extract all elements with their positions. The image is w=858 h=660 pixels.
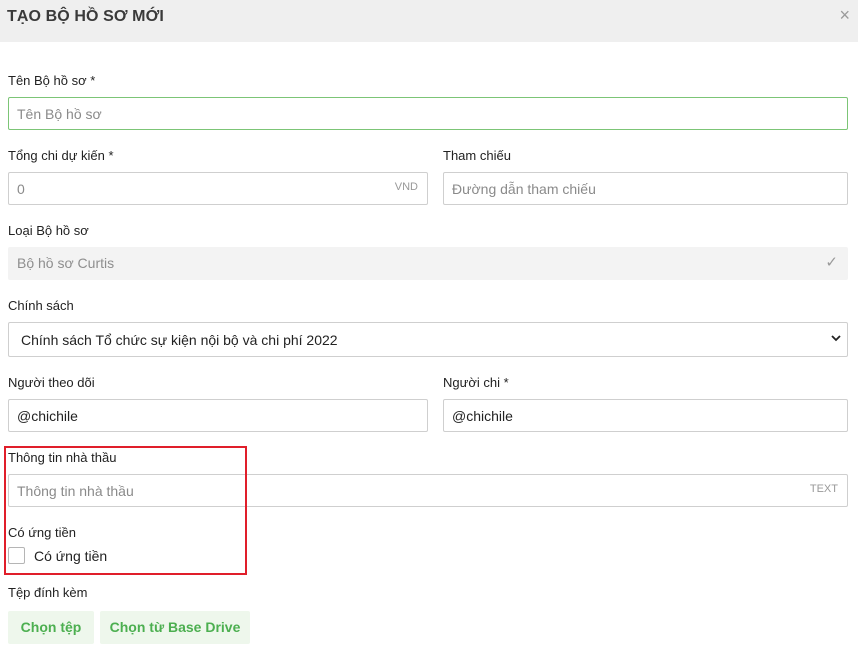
name-label: Tên Bộ hồ sơ * bbox=[8, 73, 96, 88]
spender-input[interactable] bbox=[443, 399, 848, 432]
name-input[interactable] bbox=[8, 97, 848, 130]
currency-suffix: VND bbox=[394, 181, 418, 193]
policy-value: Chính sách Tổ chức sự kiện nội bộ và chi… bbox=[21, 332, 338, 348]
followers-label: Người theo dõi bbox=[8, 375, 95, 390]
contractor-input[interactable] bbox=[8, 474, 848, 507]
advance-checkbox-label[interactable]: Có ứng tiền bbox=[34, 548, 107, 564]
budget-input[interactable] bbox=[8, 172, 428, 205]
advance-label: Có ứng tiền bbox=[8, 525, 76, 540]
type-field: Bộ hồ sơ Curtis ✓ bbox=[8, 247, 848, 280]
policy-label: Chính sách bbox=[8, 298, 74, 313]
check-icon: ✓ bbox=[825, 254, 838, 271]
policy-select[interactable]: Chính sách Tổ chức sự kiện nội bộ và chi… bbox=[8, 322, 848, 357]
followers-input[interactable] bbox=[8, 399, 428, 432]
text-suffix: TEXT bbox=[809, 483, 838, 495]
type-value: Bộ hồ sơ Curtis bbox=[17, 255, 115, 271]
chevron-down-icon bbox=[831, 335, 841, 342]
reference-label: Tham chiếu bbox=[443, 148, 511, 163]
dialog-header: TẠO BỘ HỒ SƠ MỚI × bbox=[0, 0, 858, 42]
close-icon[interactable]: × bbox=[839, 5, 850, 25]
contractor-label: Thông tin nhà thầu bbox=[8, 450, 117, 465]
budget-label: Tổng chi dự kiến * bbox=[8, 148, 114, 163]
choose-file-button[interactable]: Chọn tệp bbox=[8, 611, 94, 644]
spender-label: Người chi * bbox=[443, 375, 509, 390]
choose-drive-button[interactable]: Chọn từ Base Drive bbox=[100, 611, 250, 644]
contractor-field: TEXT bbox=[8, 474, 848, 507]
attachments-label: Tệp đính kèm bbox=[8, 585, 88, 600]
reference-input[interactable] bbox=[443, 172, 848, 205]
type-label: Loại Bộ hồ sơ bbox=[8, 223, 89, 238]
dialog-title: TẠO BỘ HỒ SƠ MỚI bbox=[7, 8, 164, 25]
budget-field: VND bbox=[8, 172, 428, 205]
advance-checkbox[interactable] bbox=[8, 547, 25, 564]
